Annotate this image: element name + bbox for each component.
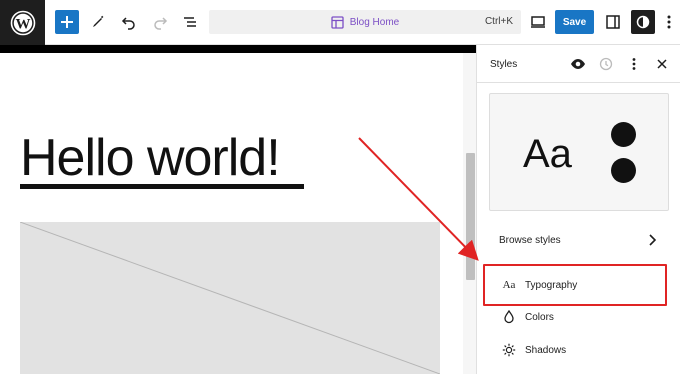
styles-button[interactable] bbox=[631, 10, 655, 34]
post-title[interactable]: Hello world! bbox=[20, 128, 281, 188]
vertical-ellipsis-icon bbox=[667, 15, 671, 29]
typography-highlight-box bbox=[483, 264, 667, 306]
shadows-item[interactable]: Shadows bbox=[489, 336, 669, 364]
top-toolbar: W Blog Home Ctrl+K Save bbox=[0, 0, 680, 45]
sidebar-options-button[interactable] bbox=[625, 55, 643, 73]
canvas-header-strip bbox=[0, 45, 476, 53]
style-book-button[interactable] bbox=[569, 55, 587, 73]
sidebar-title: Styles bbox=[490, 59, 518, 70]
command-palette-bar[interactable]: Blog Home Ctrl+K bbox=[209, 10, 521, 34]
title-underline bbox=[20, 184, 304, 189]
chevron-right-icon bbox=[649, 234, 657, 246]
eye-icon bbox=[571, 59, 585, 69]
plus-icon bbox=[61, 16, 73, 28]
colors-item[interactable]: Colors bbox=[489, 303, 669, 331]
preview-typography-sample: Aa bbox=[523, 132, 572, 176]
pencil-icon bbox=[93, 15, 104, 27]
save-button[interactable]: Save bbox=[555, 10, 594, 34]
sun-icon bbox=[501, 342, 517, 358]
sidebar-icon bbox=[606, 15, 620, 29]
close-icon bbox=[657, 59, 667, 69]
placeholder-diagonal bbox=[20, 222, 440, 374]
settings-button[interactable] bbox=[601, 10, 625, 34]
shadows-label: Shadows bbox=[525, 344, 567, 356]
half-circle-icon bbox=[636, 15, 650, 29]
featured-image-placeholder[interactable] bbox=[20, 222, 440, 374]
svg-text:W: W bbox=[15, 16, 30, 32]
vertical-ellipsis-icon bbox=[632, 58, 636, 70]
command-center: Blog Home bbox=[209, 10, 521, 34]
revisions-button[interactable] bbox=[597, 55, 615, 73]
styles-sidebar: Styles Aa Browse styles Aa Typography Co… bbox=[476, 45, 680, 374]
template-icon bbox=[331, 15, 344, 29]
close-sidebar-button[interactable] bbox=[653, 55, 671, 73]
droplet-icon bbox=[501, 309, 517, 325]
sidebar-header: Styles bbox=[477, 45, 680, 83]
browse-styles-label: Browse styles bbox=[499, 234, 561, 246]
browse-styles-item[interactable]: Browse styles bbox=[489, 226, 669, 254]
add-block-button[interactable] bbox=[55, 10, 79, 34]
options-button[interactable] bbox=[662, 10, 676, 34]
preview-color-dot bbox=[611, 158, 636, 183]
undo-button[interactable] bbox=[117, 10, 141, 34]
colors-label: Colors bbox=[525, 311, 554, 323]
command-shortcut: Ctrl+K bbox=[484, 16, 513, 27]
style-preview-card[interactable]: Aa bbox=[489, 93, 669, 211]
list-view-button[interactable] bbox=[178, 10, 202, 34]
command-page-label: Blog Home bbox=[349, 16, 400, 28]
wordpress-logo-icon[interactable]: W bbox=[0, 0, 45, 45]
redo-icon bbox=[154, 17, 168, 30]
revisions-icon bbox=[599, 57, 613, 71]
redo-button[interactable] bbox=[148, 10, 172, 34]
tools-button[interactable] bbox=[86, 10, 110, 34]
view-button[interactable] bbox=[526, 10, 550, 34]
desktop-icon bbox=[531, 16, 545, 28]
preview-color-dot bbox=[611, 122, 636, 147]
list-view-icon bbox=[184, 17, 196, 27]
undo-icon bbox=[121, 17, 135, 30]
canvas-scrollbar-thumb[interactable] bbox=[466, 153, 475, 280]
